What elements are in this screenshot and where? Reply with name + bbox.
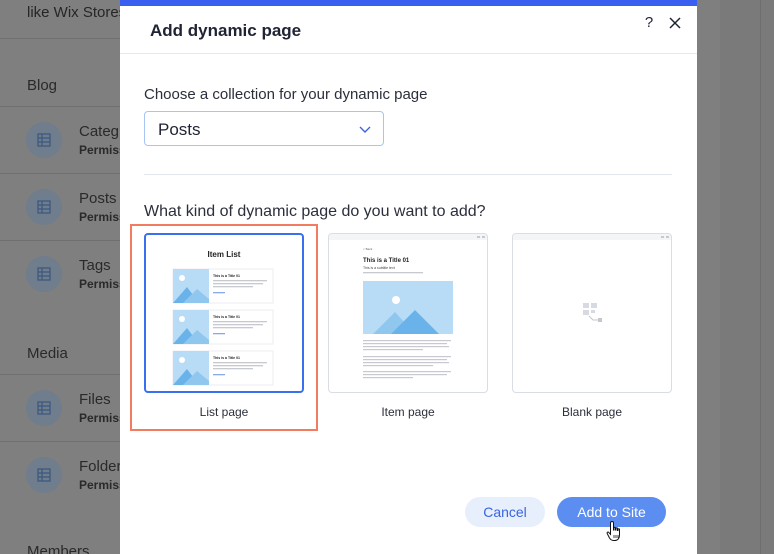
item-page-preview: < Back This is a Title 01 This is a subt… bbox=[329, 234, 487, 379]
collection-title: Categ bbox=[79, 123, 120, 140]
collection-permissions: Permiss bbox=[79, 277, 126, 291]
svg-text:This is a Title 01: This is a Title 01 bbox=[213, 356, 240, 360]
table-icon bbox=[26, 189, 62, 225]
collection-label: Choose a collection for your dynamic pag… bbox=[144, 86, 428, 103]
collection-title: Files bbox=[79, 391, 111, 408]
list-page-card[interactable]: Item List This is a Title 01 This is a T… bbox=[144, 233, 304, 393]
preview-title: Item List bbox=[208, 250, 241, 259]
add-dynamic-page-dialog: Add dynamic page ? Choose a collection f… bbox=[120, 0, 697, 554]
list-page-label: List page bbox=[199, 405, 249, 419]
collection-item-posts[interactable]: Posts Permiss bbox=[0, 174, 126, 240]
collection-permissions: Permiss bbox=[79, 210, 126, 224]
table-icon bbox=[26, 390, 62, 426]
svg-text:This is a subtitle text: This is a subtitle text bbox=[363, 266, 395, 270]
collection-permissions: Permiss bbox=[79, 478, 126, 492]
collection-title: Tags bbox=[79, 257, 111, 274]
blank-page-preview bbox=[513, 234, 671, 322]
collection-title: Folder bbox=[79, 458, 122, 475]
header-divider bbox=[120, 53, 697, 54]
blank-page-label: Blank page bbox=[561, 405, 623, 419]
help-button[interactable]: ? bbox=[639, 13, 659, 33]
collection-item-files[interactable]: Files Permiss bbox=[0, 375, 126, 441]
add-to-site-button[interactable]: Add to Site bbox=[557, 497, 666, 527]
section-title-media: Media bbox=[27, 345, 68, 362]
content-divider bbox=[144, 174, 672, 175]
cancel-button[interactable]: Cancel bbox=[465, 497, 545, 527]
background-top-text: like Wix Stores bbox=[27, 4, 127, 21]
close-icon bbox=[669, 17, 681, 29]
table-icon bbox=[26, 122, 62, 158]
collection-item-tags[interactable]: Tags Permiss bbox=[0, 241, 126, 307]
collection-item-folders[interactable]: Folder Permiss bbox=[0, 442, 126, 508]
background-right-panel bbox=[720, 0, 774, 554]
chevron-down-icon bbox=[359, 126, 371, 133]
svg-text:This is a Title 01: This is a Title 01 bbox=[213, 274, 240, 278]
table-icon bbox=[26, 457, 62, 493]
blank-page-card[interactable] bbox=[512, 233, 672, 393]
divider bbox=[0, 38, 120, 39]
section-title-blog: Blog bbox=[27, 77, 58, 94]
item-page-label: Item page bbox=[381, 405, 435, 419]
svg-text:This is a Title 01: This is a Title 01 bbox=[213, 315, 240, 319]
page-kind-label: What kind of dynamic page do you want to… bbox=[144, 203, 486, 220]
collection-selected-value: Posts bbox=[158, 120, 201, 139]
collection-dropdown[interactable]: Posts bbox=[144, 111, 384, 146]
close-button[interactable] bbox=[665, 13, 685, 33]
collection-item-categories[interactable]: Categ Permiss bbox=[0, 107, 126, 173]
collection-title: Posts bbox=[79, 190, 117, 207]
dialog-title: Add dynamic page bbox=[150, 21, 302, 40]
table-icon bbox=[26, 256, 62, 292]
collection-permissions: Permiss bbox=[79, 143, 126, 157]
collection-permissions: Permiss bbox=[79, 411, 126, 425]
svg-text:< Back: < Back bbox=[363, 247, 373, 251]
dynamic-page-icon bbox=[583, 303, 602, 322]
list-page-preview: Item List This is a Title 01 This is a T… bbox=[172, 250, 274, 386]
svg-text:This is a Title 01: This is a Title 01 bbox=[363, 258, 410, 264]
section-title-members: Members bbox=[27, 543, 90, 554]
item-page-card[interactable]: < Back This is a Title 01 This is a subt… bbox=[328, 233, 488, 393]
dialog-accent-bar bbox=[120, 0, 697, 6]
